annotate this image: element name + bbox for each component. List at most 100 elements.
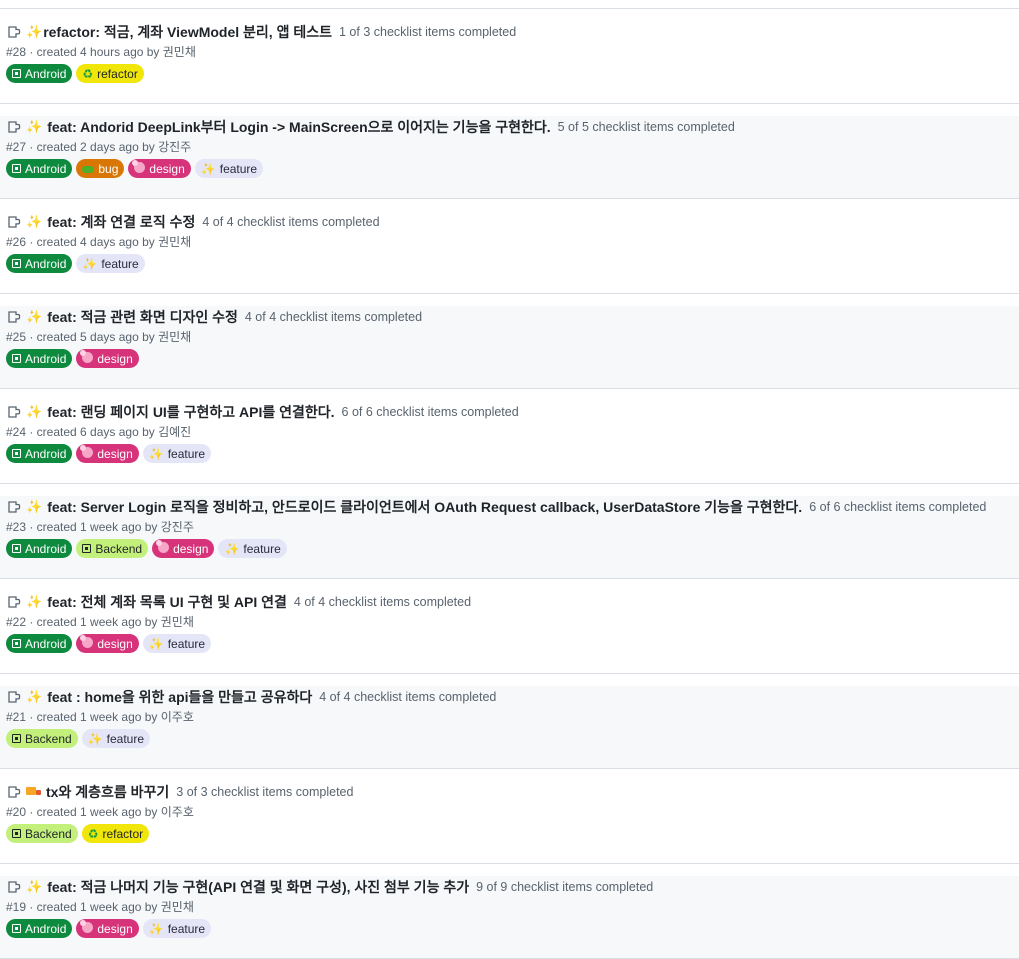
label-text: refactor [102,826,144,841]
label-feature[interactable]: ✨ feature [142,444,212,463]
label-feature[interactable]: ✨ feature [142,919,212,938]
sparkles-icon: ✨ [82,256,98,271]
pr-title-link[interactable]: feat: 적금 나머지 기능 구현(API 연결 및 화면 구성), 사진 첨… [47,877,469,897]
label-feature[interactable]: ✨ feature [218,539,287,558]
checklist-progress[interactable]: 4 of 4 checklist items completed [245,310,422,324]
pr-title-link[interactable]: feat: Server Login 로직을 정비하고, 안드로이드 클라이언트… [47,497,802,517]
label-backend[interactable]: Backend [6,824,78,843]
sparkles-icon: ✨ [148,446,164,461]
label-android[interactable]: Android [6,159,73,178]
label-design[interactable]: design [128,159,191,178]
label-feature[interactable]: ✨ feature [81,729,151,748]
android-square-icon [12,920,21,938]
checklist-progress[interactable]: 1 of 3 checklist items completed [339,25,516,39]
pr-meta: #23 · created 1 week ago by 강진주 [6,520,194,534]
label-refactor[interactable]: ♻ refactor [81,824,150,843]
pr-title-link[interactable]: feat: 전체 계좌 목록 UI 구현 및 API 연결 [47,592,287,612]
pr-title-line: ✨ feat: 적금 관련 화면 디자인 수정 4 of 4 checklist i… [6,306,1019,328]
label-backend[interactable]: Backend [76,539,149,558]
pr-list-item[interactable]: ✨ refactor: 적금, 계좌 ViewModel 분리, 앱 테스트 1 o… [0,21,1019,104]
label-android[interactable]: Android [6,634,73,653]
label-text: design [97,921,133,936]
sparkles-emoji-icon: ✨ [26,24,43,39]
pr-title-line: ✨ feat: Server Login 로직을 정비하고, 안드로이드 클라이언… [6,496,1019,518]
pr-meta: #25 · created 5 days ago by 권민채 [6,330,192,344]
pr-meta: #24 · created 6 days ago by 김예진 [6,425,192,439]
label-list: Android ♻ refactor [6,64,1019,83]
pr-list-item[interactable]: ✨ feat: Server Login 로직을 정비하고, 안드로이드 클라이언… [0,496,1019,579]
label-android[interactable]: Android [6,444,73,463]
label-feature[interactable]: ✨ feature [76,254,145,273]
sparkles-icon: ✨ [148,636,164,651]
label-text: design [173,541,209,556]
label-text: design [149,161,185,176]
pr-list-item[interactable]: ✨ feat: 적금 나머지 기능 구현(API 연결 및 화면 구성), 사진 … [0,876,1019,959]
label-feature[interactable]: ✨ feature [194,159,264,178]
label-design[interactable]: design [76,919,139,938]
pr-list-item[interactable]: ✨ feat: 전체 계좌 목록 UI 구현 및 API 연결 4 of 4 che… [0,591,1019,674]
sparkles-icon: ✨ [87,731,103,746]
label-text: feature [167,446,206,461]
label-text: Backend [95,541,143,556]
label-android[interactable]: Android [6,349,73,368]
pr-title-line: tx와 계층흐름 바꾸기 3 of 3 checklist items compl… [6,781,1019,803]
checklist-progress[interactable]: 5 of 5 checklist items completed [558,120,735,134]
label-text: bug [98,161,119,176]
draft-pull-request-icon [6,594,22,610]
pr-title-link[interactable]: tx와 계층흐름 바꾸기 [46,782,169,802]
android-square-icon [12,65,21,83]
pr-title-line: ✨ feat: 전체 계좌 목록 UI 구현 및 API 연결 4 of 4 che… [6,591,1019,613]
label-android[interactable]: Android [6,919,73,938]
label-design[interactable]: design [76,444,139,463]
sparkles-icon: ✨ [148,921,164,936]
draft-pull-request-icon [6,119,22,135]
draft-pull-request-icon [6,404,22,420]
pr-list-item[interactable]: ✨ feat : home을 위한 api들을 만들고 공유하다 4 of 4 ch… [0,686,1019,769]
label-design[interactable]: design [152,539,215,558]
sparkles-emoji-icon: ✨ [26,309,43,324]
pr-title-link[interactable]: feat: 적금 관련 화면 디자인 수정 [47,307,238,327]
pr-title-link[interactable]: feat: 랜딩 페이지 UI를 구현하고 API를 연결한다. [47,402,334,422]
label-text: feature [101,256,139,271]
draft-pull-request-icon [6,689,22,705]
label-text: Backend [25,731,72,746]
label-feature[interactable]: ✨ feature [142,634,212,653]
label-refactor[interactable]: ♻ refactor [76,64,144,83]
sparkles-emoji-icon: ✨ [26,214,43,229]
checklist-progress[interactable]: 4 of 4 checklist items completed [319,690,496,704]
android-square-icon [12,160,21,178]
pr-title-link[interactable]: feat: Andorid DeepLink부터 Login -> MainSc… [47,117,550,137]
pr-list-item[interactable]: ✨ feat: 랜딩 페이지 UI를 구현하고 API를 연결한다. 6 of 6 … [0,401,1019,484]
pr-list-item[interactable]: ✨ feat: 적금 관련 화면 디자인 수정 4 of 4 checklist i… [0,306,1019,389]
backend-square-icon [12,730,21,748]
pr-list-item[interactable]: ✨ feat: Andorid DeepLink부터 Login -> MainS… [0,116,1019,199]
checklist-progress[interactable]: 3 of 3 checklist items completed [176,785,353,799]
checklist-progress[interactable]: 6 of 6 checklist items completed [809,500,986,514]
draft-pull-request-icon [6,784,22,800]
label-backend[interactable]: Backend [6,729,78,748]
checklist-progress[interactable]: 9 of 9 checklist items completed [476,880,653,894]
pr-title-link[interactable]: feat : home을 위한 api들을 만들고 공유하다 [47,687,312,707]
sparkles-emoji-icon: ✨ [26,689,43,704]
label-design[interactable]: design [76,634,139,653]
label-android[interactable]: Android [6,254,73,273]
label-bug[interactable]: bug [76,159,125,178]
pr-title-link[interactable]: refactor: 적금, 계좌 ViewModel 분리, 앱 테스트 [43,22,332,42]
pr-title-link[interactable]: feat: 계좌 연결 로직 수정 [47,212,195,232]
label-list: Android Backend design ✨ feature [6,539,1019,558]
label-text: Android [25,921,67,936]
recycle-icon: ♻ [82,66,94,81]
android-square-icon [12,350,21,368]
label-android[interactable]: Android [6,539,73,558]
checklist-progress[interactable]: 6 of 6 checklist items completed [342,405,519,419]
checklist-progress[interactable]: 4 of 4 checklist items completed [202,215,379,229]
label-list: Android design [6,349,1019,368]
sparkles-icon: ✨ [224,541,240,556]
label-design[interactable]: design [76,349,139,368]
pr-list-item[interactable]: ✨ feat: 계좌 연결 로직 수정 4 of 4 checklist items… [0,211,1019,294]
label-android[interactable]: Android [6,64,73,83]
pr-meta: #26 · created 4 days ago by 권민채 [6,235,192,249]
checklist-progress[interactable]: 4 of 4 checklist items completed [294,595,471,609]
label-text: design [97,351,133,366]
label-text: Android [25,256,67,271]
